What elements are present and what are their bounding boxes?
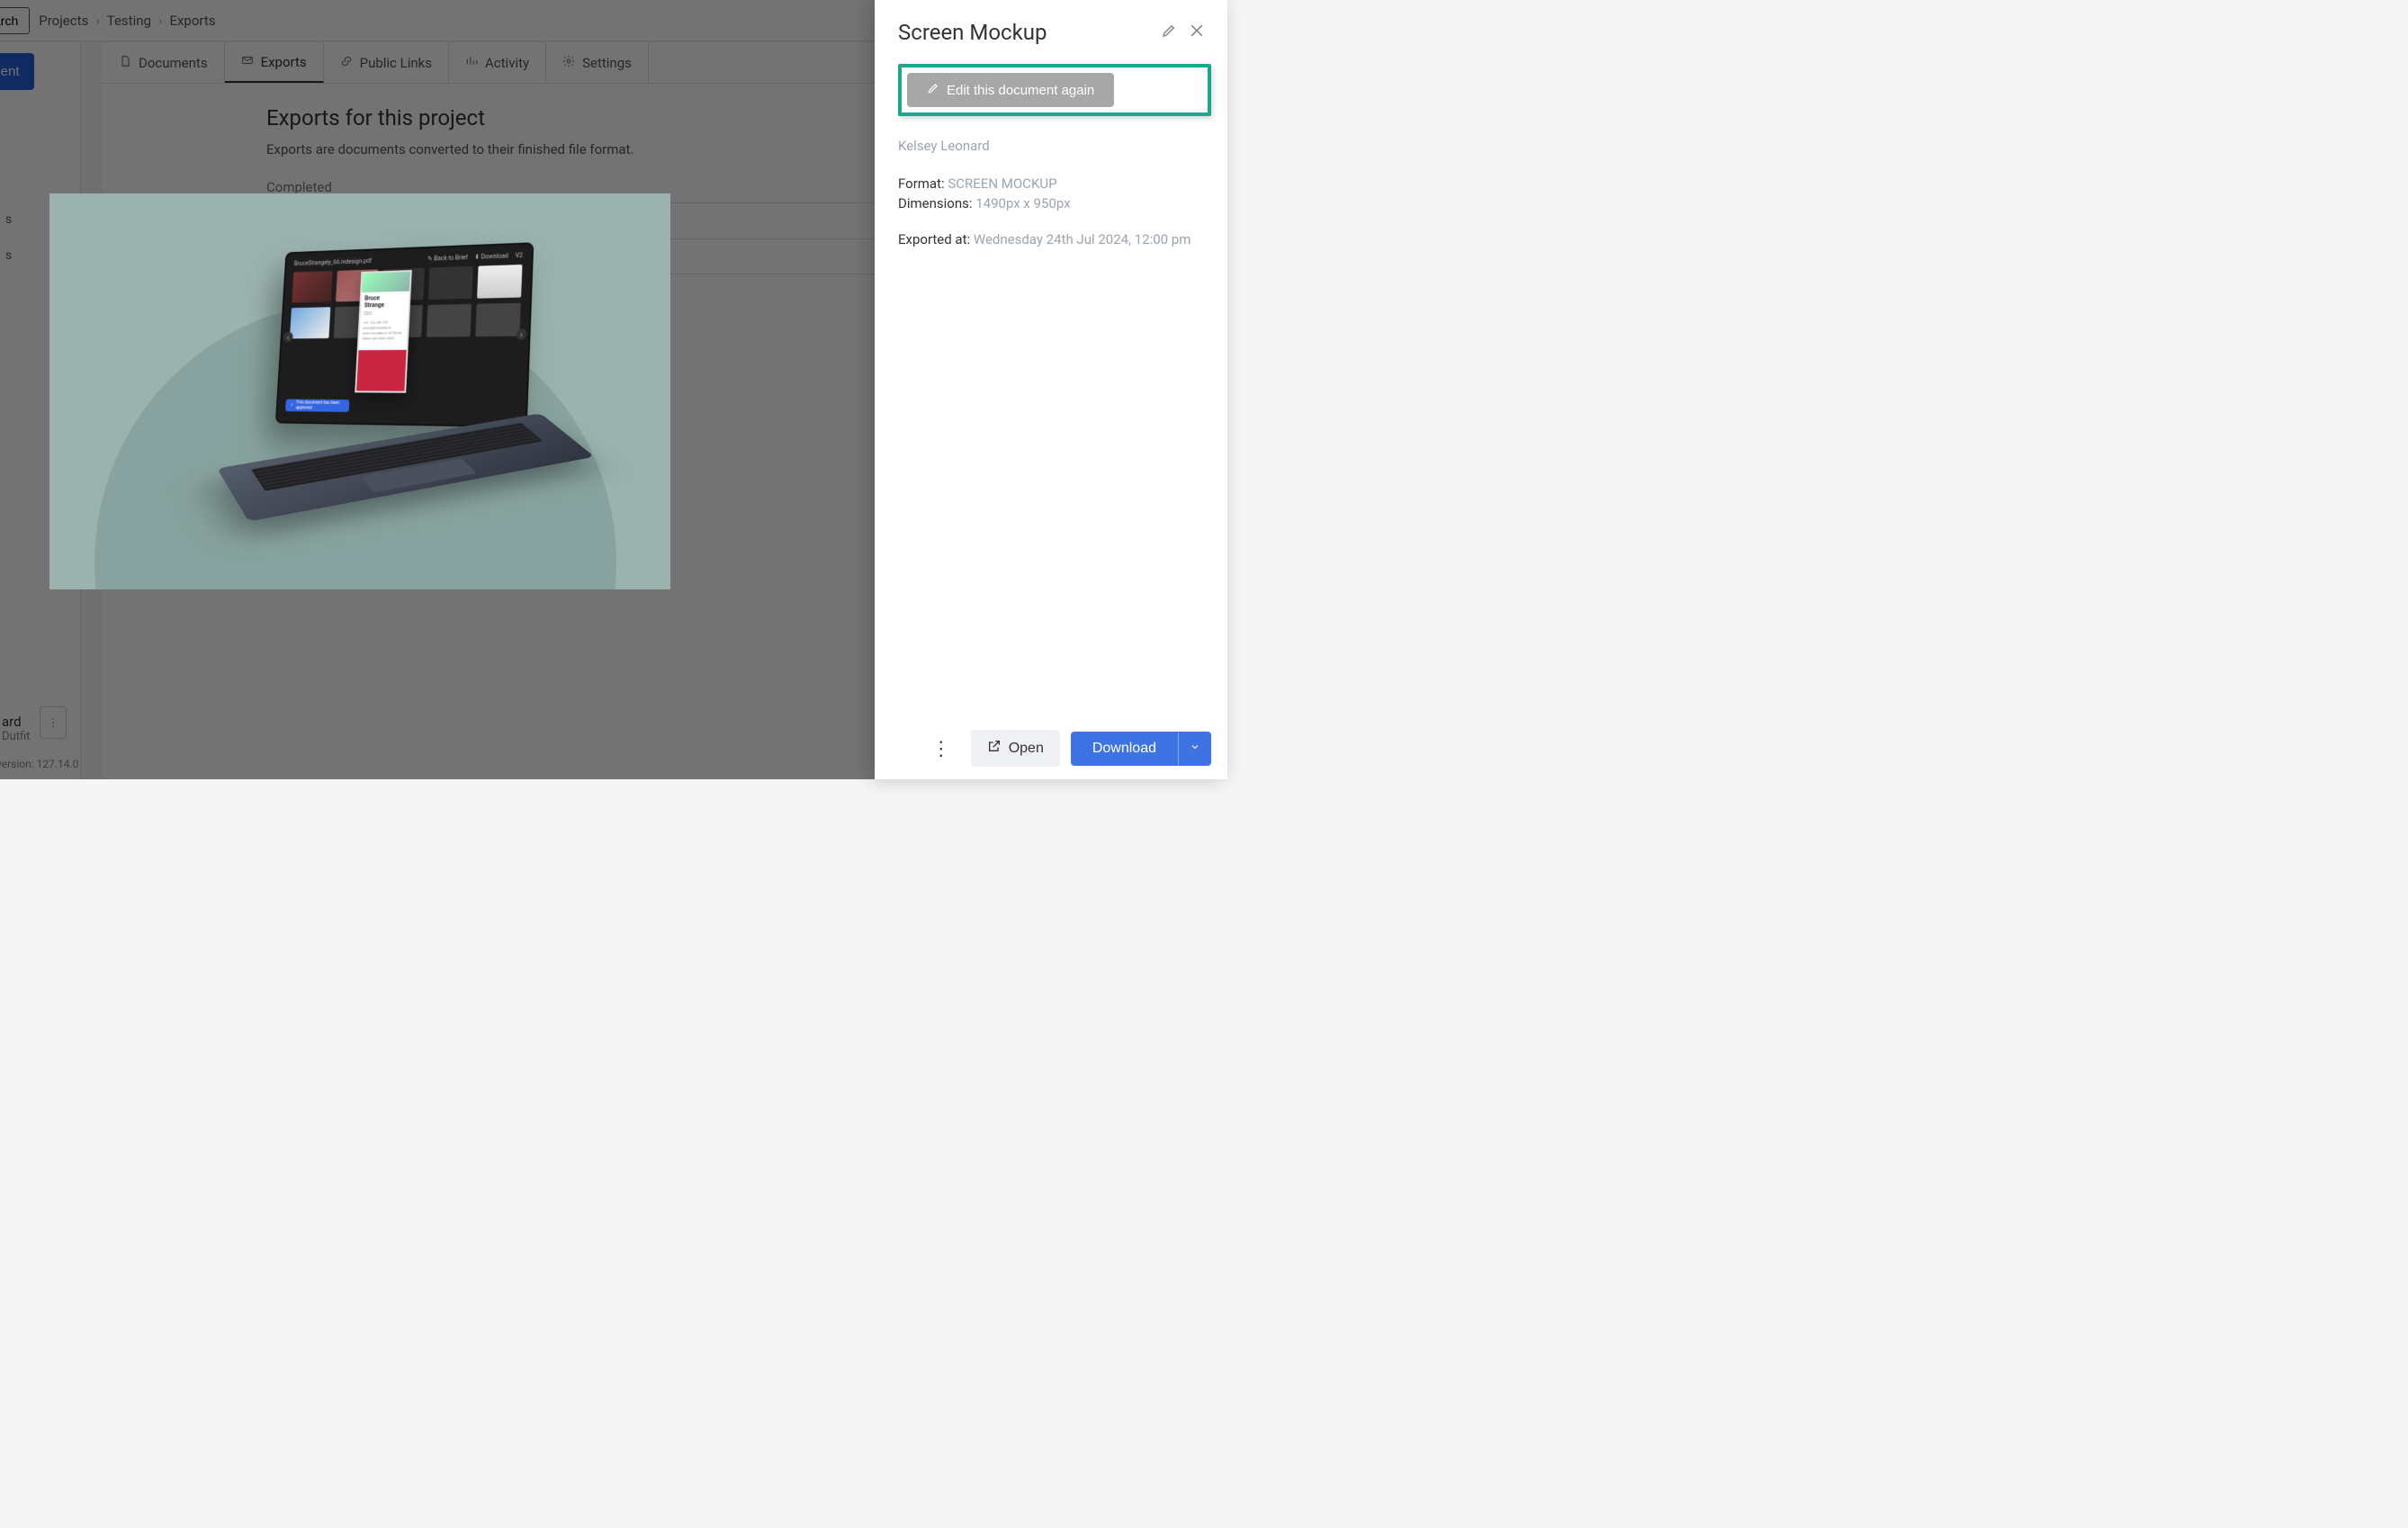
open-label: Open (1009, 741, 1044, 757)
format-line: Format: SCREEN MOCKUP (898, 175, 1211, 192)
mockup-card: Bruce Strange CEO +61 123 456 789 bruce@… (355, 270, 412, 393)
edit-document-again-button[interactable]: Edit this document again (907, 73, 1114, 107)
mockup-filename: BruceStrangely_66.indesign.pdf (294, 257, 373, 267)
chevron-down-icon (1190, 742, 1200, 755)
pencil-icon (1161, 28, 1177, 41)
edit-title-button[interactable] (1155, 17, 1182, 47)
close-icon (1188, 29, 1206, 42)
more-vertical-icon: ⋮ (931, 737, 951, 760)
download-button[interactable]: Download (1071, 732, 1178, 766)
edit-document-highlight: Edit this document again (898, 64, 1211, 116)
exported-line: Exported at: Wednesday 24th Jul 2024, 12… (898, 231, 1211, 247)
exported-label: Exported at: (898, 231, 970, 247)
details-panel: Screen Mockup Edit this document again K… (875, 0, 1227, 779)
mockup-prev-icon: ‹ (283, 332, 293, 343)
mockup-top-actions: ✎ Back to Brief ⬇ Download V2 (427, 252, 523, 263)
mockup-next-icon: › (516, 328, 526, 339)
close-button[interactable] (1182, 16, 1211, 48)
export-preview: BruceStrangely_66.indesign.pdf ✎ Back to… (49, 193, 670, 589)
download-group: Download (1071, 732, 1211, 766)
dimensions-label: Dimensions: (898, 195, 973, 211)
open-button[interactable]: Open (971, 730, 1060, 767)
dimensions-line: Dimensions: 1490px x 950px (898, 195, 1211, 211)
more-actions-button[interactable]: ⋮ (922, 733, 960, 764)
export-author: Kelsey Leonard (898, 138, 1211, 154)
edit-document-label: Edit this document again (947, 83, 1094, 98)
panel-footer: ⋮ Open Download (898, 730, 1211, 767)
laptop-mockup: BruceStrangely_66.indesign.pdf ✎ Back to… (229, 246, 580, 498)
pencil-icon (927, 82, 939, 98)
format-label: Format: (898, 175, 945, 192)
exported-value: Wednesday 24th Jul 2024, 12:00 pm (974, 231, 1191, 247)
external-link-icon (987, 739, 1002, 758)
mockup-approved-bar: ✓ This document has been approved (285, 399, 349, 411)
format-value: SCREEN MOCKUP (948, 175, 1056, 192)
download-caret-button[interactable] (1178, 732, 1211, 766)
dimensions-value: 1490px x 950px (975, 195, 1070, 211)
panel-title: Screen Mockup (898, 20, 1155, 45)
